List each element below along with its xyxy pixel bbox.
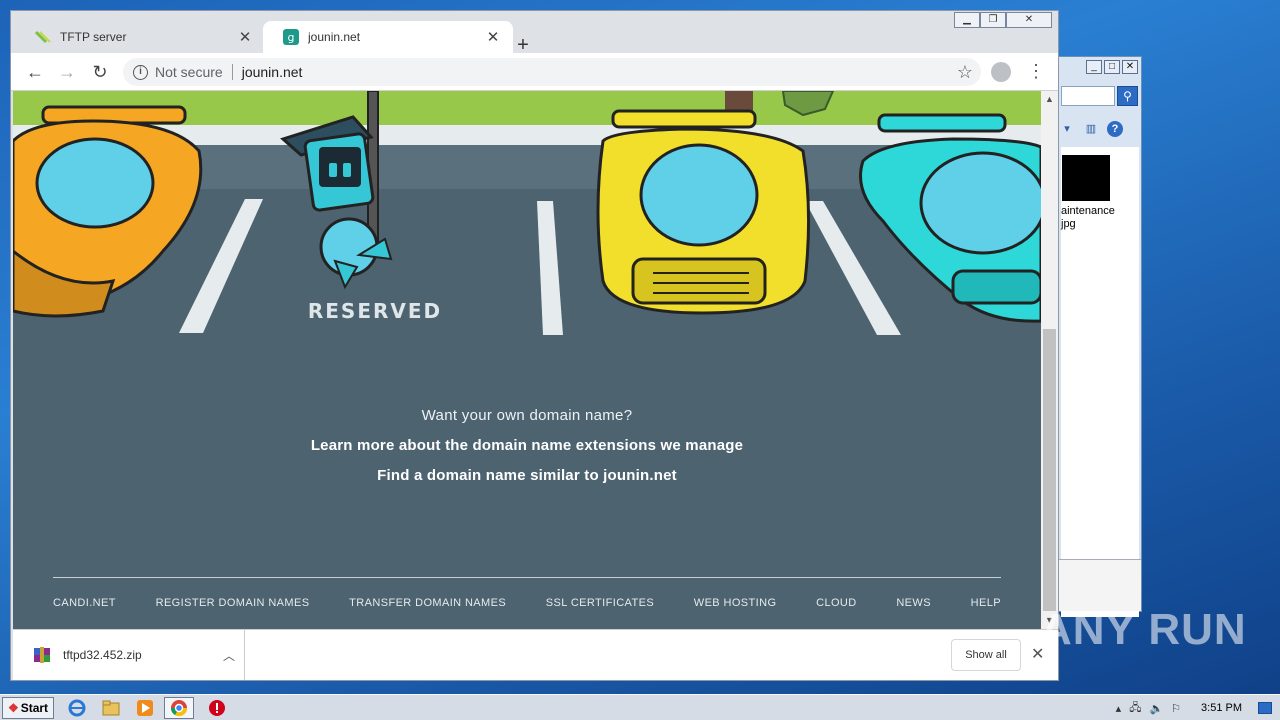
tab-jounin-net[interactable]: g jounin.net ✕ [263, 21, 513, 53]
footer-divider [53, 577, 1001, 578]
tftp-favicon-icon [35, 30, 51, 44]
media-player-icon[interactable] [134, 697, 156, 719]
security-status[interactable]: Not secure [155, 64, 223, 80]
page-viewport: RESERVED Want your own domain name? Lear… [13, 91, 1041, 629]
file-thumbnail[interactable] [1062, 155, 1110, 201]
chrome-taskbar-icon[interactable] [164, 696, 194, 719]
parking-lot-illustration: RESERVED [13, 91, 1041, 381]
start-label: Start [20, 700, 49, 715]
reload-icon[interactable]: ↻ [88, 60, 112, 84]
explorer-search-input[interactable] [1061, 86, 1115, 106]
chrome-window: ▁ ❐ ✕ TFTP server ✕ g jounin.net ✕ + ← →… [10, 10, 1059, 681]
info-icon[interactable]: i [133, 64, 148, 80]
maximize-icon[interactable]: □ [1104, 60, 1120, 74]
search-icon[interactable]: ⚲ [1117, 86, 1138, 106]
url-text[interactable]: jounin.net [242, 64, 303, 80]
close-icon[interactable]: ✕ [1122, 60, 1138, 74]
footer-link-cloud[interactable]: CLOUD [816, 597, 857, 609]
help-icon[interactable]: ? [1107, 121, 1123, 137]
chevron-down-icon[interactable]: ▾ [1059, 121, 1075, 137]
action-center-flag-icon[interactable]: ⚐ [1171, 702, 1181, 715]
download-bar: tftpd32.452.zip ︿ Show all ✕ [13, 629, 1058, 680]
tab-title: jounin.net [308, 30, 361, 44]
show-hidden-icons-icon[interactable]: ▴ [1116, 702, 1122, 715]
background-explorer-window[interactable]: _ □ ✕ ⚲ ▾ ▥ ? aintenance jpg [1058, 56, 1142, 617]
tab-tftp-server[interactable]: TFTP server ✕ [15, 21, 265, 53]
explorer-toolbar: ▾ ▥ ? [1059, 117, 1141, 141]
start-button[interactable]: ❖ Start [2, 696, 54, 719]
footer-link-register[interactable]: REGISTER DOMAIN NAMES [156, 597, 310, 609]
page-scrollbar[interactable]: ▲ ▼ [1041, 91, 1058, 629]
download-file-name[interactable]: tftpd32.452.zip [63, 648, 214, 662]
close-tab-icon[interactable]: ✕ [237, 28, 253, 46]
windows-logo-icon: ❖ [7, 700, 19, 715]
menu-kebab-icon[interactable]: ⋮ [1027, 61, 1045, 81]
reserved-sign: RESERVED [308, 299, 442, 323]
preview-pane-icon[interactable]: ▥ [1083, 121, 1099, 137]
tab-strip: TFTP server ✕ g jounin.net ✕ + [11, 21, 1058, 56]
show-desktop-icon[interactable] [1258, 702, 1272, 714]
profile-avatar-icon[interactable] [991, 62, 1011, 82]
svg-text:g: g [288, 31, 295, 44]
explorer-details-pane [1059, 559, 1141, 611]
tab-title: TFTP server [60, 30, 127, 44]
download-item[interactable]: tftpd32.452.zip ︿ [13, 630, 245, 680]
scroll-up-icon[interactable]: ▲ [1041, 91, 1058, 108]
footer-link-transfer[interactable]: TRANSFER DOMAIN NAMES [349, 597, 506, 609]
address-bar[interactable]: i Not secure jounin.net ☆ [123, 58, 981, 86]
link-similar-domain[interactable]: Find a domain name similar to jounin.net [13, 467, 1041, 484]
show-all-button[interactable]: Show all [951, 639, 1021, 671]
gandi-favicon-icon: g [283, 29, 299, 45]
network-icon[interactable]: 🖧 [1129, 699, 1141, 718]
anyrun-watermark: ANY RUN [1040, 605, 1247, 654]
file-label[interactable]: aintenance jpg [1061, 205, 1139, 231]
footer-link-candi[interactable]: CANDI.NET [53, 597, 116, 609]
internet-explorer-icon[interactable] [66, 697, 88, 719]
yellow-car [596, 109, 811, 315]
browser-toolbar: ← → ↻ i Not secure jounin.net ☆ ⋮ [11, 53, 1058, 91]
file-explorer-icon[interactable] [100, 697, 122, 719]
footer-link-ssl[interactable]: SSL CERTIFICATES [546, 597, 654, 609]
back-arrow-icon[interactable]: ← [23, 60, 47, 84]
minimize-icon[interactable]: _ [1086, 60, 1102, 74]
taskbar-clock[interactable]: 3:51 PM [1201, 702, 1242, 714]
system-tray: ▴ 🖧 🔈 ⚐ 3:51 PM [1116, 695, 1280, 720]
footer-link-help[interactable]: HELP [971, 597, 1001, 609]
volume-icon[interactable]: 🔈 [1149, 702, 1163, 715]
chevron-up-icon[interactable]: ︿ [214, 647, 244, 664]
footer-nav: CANDI.NET REGISTER DOMAIN NAMES TRANSFER… [53, 597, 1001, 609]
footer-link-hosting[interactable]: WEB HOSTING [694, 597, 777, 609]
zip-archive-icon [34, 647, 50, 663]
explorer-caption: _ □ ✕ [1059, 57, 1141, 79]
bookmark-star-icon[interactable]: ☆ [957, 62, 973, 83]
stop-sign-icon[interactable] [206, 697, 228, 719]
scrollbar-thumb[interactable] [1043, 329, 1056, 611]
footer-link-news[interactable]: NEWS [896, 597, 931, 609]
explorer-file-pane: aintenance jpg [1061, 147, 1139, 617]
close-tab-icon[interactable]: ✕ [485, 28, 501, 46]
link-domain-extensions[interactable]: Learn more about the domain name extensi… [13, 437, 1041, 454]
forward-arrow-icon[interactable]: → [55, 60, 79, 84]
windows-taskbar: ❖ Start ▴ 🖧 🔈 ⚐ 3:51 PM [0, 694, 1280, 720]
omnibox-divider [231, 64, 233, 80]
page-tagline: Want your own domain name? [421, 407, 633, 424]
